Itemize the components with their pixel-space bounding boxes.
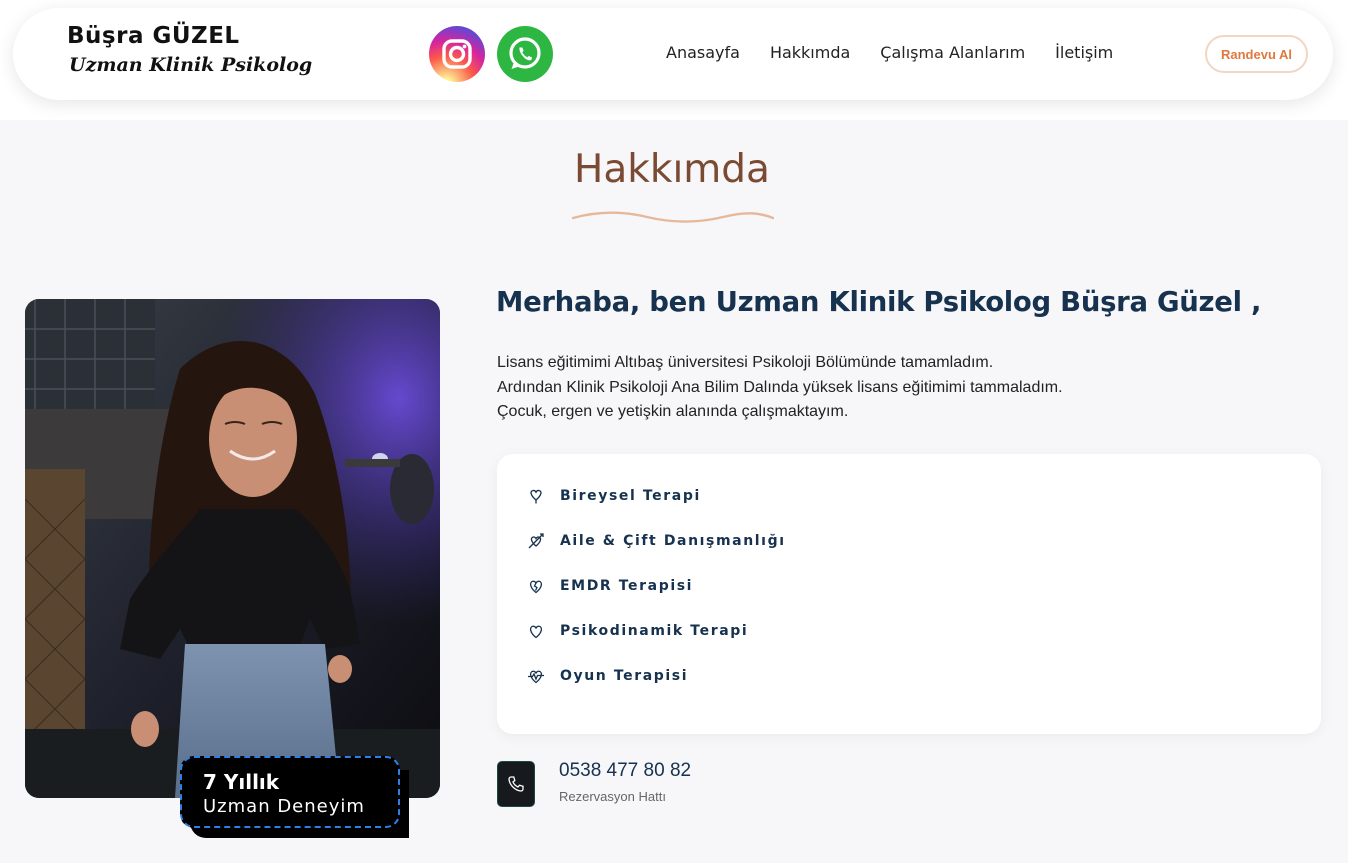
- phone-icon: [508, 776, 524, 792]
- service-item[interactable]: Bireysel Terapi: [527, 484, 701, 508]
- phone-number[interactable]: 0538 477 80 82: [559, 760, 691, 782]
- heart-pin-icon: [530, 489, 542, 504]
- about-bio: Lisans eğitimimi Altıbaş üniversitesi Ps…: [497, 351, 1063, 425]
- service-label: Aile & Çift Danışmanlığı: [560, 533, 786, 549]
- section-title: Hakkımda: [574, 147, 770, 192]
- experience-label: Uzman Deneyim: [203, 796, 365, 817]
- service-label: EMDR Terapisi: [560, 578, 694, 594]
- nav-calisma-alanlarim[interactable]: Çalışma Alanlarım: [880, 43, 1025, 62]
- service-item[interactable]: Psikodinamik Terapi: [527, 619, 748, 643]
- brand-name[interactable]: Büşra GÜZEL: [67, 23, 240, 49]
- experience-badge: 7 Yıllık Uzman Deneyim: [180, 756, 400, 828]
- phone-button[interactable]: [497, 761, 535, 807]
- randevu-button[interactable]: Randevu Al: [1205, 35, 1308, 73]
- phone-caption: Rezervasyon Hattı: [559, 789, 666, 804]
- brand-subtitle: Uzman Klinik Psikolog: [69, 54, 313, 76]
- nav-hakkimda[interactable]: Hakkımda: [770, 43, 850, 62]
- title-underline: [572, 211, 774, 223]
- service-label: Psikodinamik Terapi: [560, 623, 749, 639]
- instagram-icon[interactable]: [429, 26, 485, 82]
- service-label: Oyun Terapisi: [560, 668, 689, 684]
- heart-arrow-icon: [528, 533, 544, 549]
- service-item[interactable]: Oyun Terapisi: [527, 664, 688, 688]
- bio-line: Çocuk, ergen ve yetişkin alanında çalışm…: [497, 403, 849, 420]
- nav-iletisim[interactable]: İletişim: [1055, 43, 1113, 62]
- service-item[interactable]: EMDR Terapisi: [527, 574, 693, 598]
- about-headline: Merhaba, ben Uzman Klinik Psikolog Büşra…: [496, 286, 1262, 318]
- services-card: Bireysel Terapi Aile & Çift Danışmanlığı…: [497, 454, 1321, 734]
- service-label: Bireysel Terapi: [560, 488, 701, 504]
- experience-years: 7 Yıllık: [203, 770, 280, 794]
- nav-anasayfa[interactable]: Anasayfa: [666, 43, 740, 62]
- bio-line: Ardından Klinik Psikoloji Ana Bilim Dalı…: [497, 378, 1063, 396]
- navbar: Büşra GÜZEL Uzman Klinik Psikolog Anasay…: [13, 8, 1333, 100]
- main-nav: Anasayfa Hakkımda Çalışma Alanlarım İlet…: [666, 43, 1143, 62]
- service-item[interactable]: Aile & Çift Danışmanlığı: [527, 529, 786, 553]
- broken-heart-icon: [529, 580, 543, 594]
- heartbeat-icon: [528, 670, 544, 684]
- bio-line: Lisans eğitimimi Altıbaş üniversitesi Ps…: [497, 354, 994, 371]
- heart-icon: [529, 625, 543, 639]
- whatsapp-icon[interactable]: [497, 26, 553, 82]
- profile-photo: [25, 299, 440, 798]
